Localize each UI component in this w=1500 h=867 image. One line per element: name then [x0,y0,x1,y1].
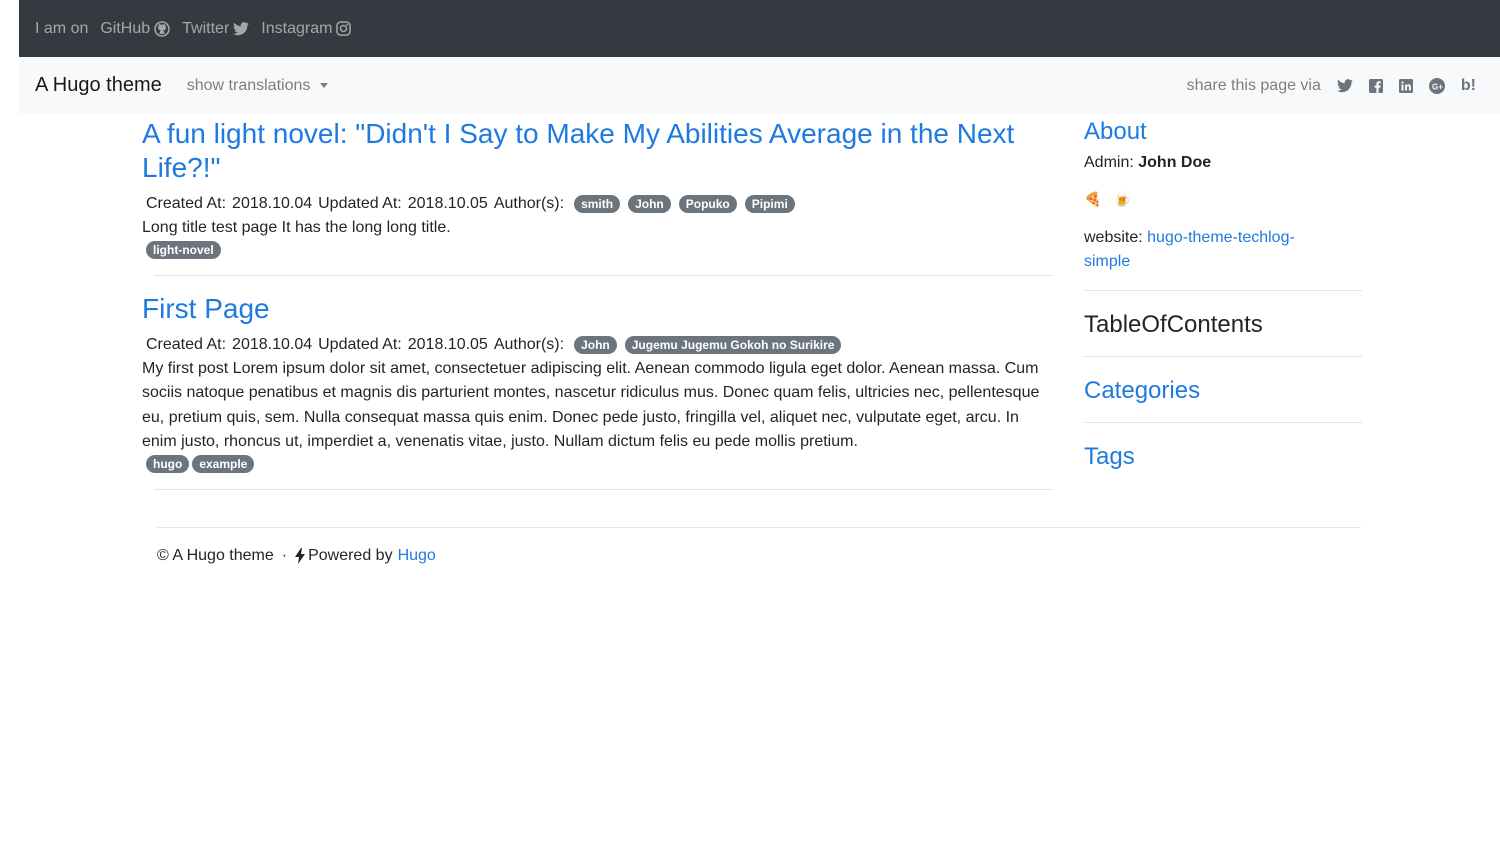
post-meta: Created At: 2018.10.04 Updated At: 2018.… [146,195,1057,213]
topbar-prefix: I am on [35,19,89,37]
github-link-label: GitHub [100,19,151,37]
categories-section: Categories [1084,357,1362,423]
post-item: First Page Created At: 2018.10.04 Update… [142,292,1057,490]
author-badge[interactable]: Pipimi [744,195,795,213]
post-list: A fun light novel: "Didn't I Say to Make… [142,114,1057,490]
created-label: Created At: [146,195,227,212]
social-topbar: I am on GitHub Twitter Instagram [19,0,1500,57]
share-label: share this page via [1186,76,1321,94]
site-brand[interactable]: A Hugo theme [35,74,162,97]
author-badge[interactable]: John [628,195,671,213]
about-section: About Admin: John Doe 🍕 🍺 website: hugo-… [1084,117,1362,291]
twitter-icon [233,21,250,36]
post-item: A fun light novel: "Didn't I Say to Make… [142,117,1057,276]
categories-heading[interactable]: Categories [1084,376,1362,406]
hugo-link[interactable]: Hugo [398,547,436,565]
instagram-link[interactable]: Instagram [261,19,352,38]
author-badge[interactable]: Jugemu Jugemu Gokoh no Surikire [624,335,842,354]
post-tags: light-novel [146,240,1057,259]
updated-date: 2018.10.05 [407,195,488,212]
created-date: 2018.10.04 [232,335,313,353]
bolt-icon [295,548,306,564]
created-label: Created At: [146,335,227,353]
github-link[interactable]: GitHub [100,20,170,38]
beer-icon: 🍺 [1113,191,1131,207]
tag-badge[interactable]: hugo [146,454,190,473]
footer: © A Hugo theme · Powered by Hugo [157,547,436,565]
tags-heading[interactable]: Tags [1084,442,1362,472]
website-line: website: hugo-theme-techlog-simple [1084,226,1324,274]
chevron-down-icon [320,83,329,88]
translations-dropdown[interactable]: show translations [187,77,329,95]
sidebar: About Admin: John Doe 🍕 🍺 website: hugo-… [1084,114,1362,472]
share-hatena-icon[interactable]: b! [1461,77,1476,95]
author-badge[interactable]: Popuko [678,195,737,213]
instagram-link-label: Instagram [261,19,333,37]
admin-label: Admin: [1084,154,1134,171]
tag-badge[interactable]: example [192,454,255,473]
post-divider [154,488,1053,490]
share-linkedin-icon[interactable] [1398,78,1413,93]
powered-by-label: Powered by [308,547,393,564]
admin-name: John Doe [1138,154,1212,171]
authors-label: Author(s): [493,335,565,353]
updated-label: Updated At: [318,335,402,353]
post-summary: Long title test page It has the long lon… [142,219,451,236]
toc-section: TableOfContents [1084,291,1362,357]
author-badge[interactable]: smith [574,195,621,213]
post-meta: Created At: 2018.10.04 Updated At: 2018.… [146,335,1057,354]
share-facebook-icon[interactable] [1368,78,1383,93]
twitter-link[interactable]: Twitter [182,19,250,38]
footer-separator: · [281,547,288,564]
updated-label: Updated At: [318,195,402,212]
translations-label: show translations [186,76,311,94]
footer-copyright: © A Hugo theme [157,547,274,564]
github-icon [154,20,170,37]
author-badge[interactable]: John [574,335,617,354]
toc-heading: TableOfContents [1084,311,1263,338]
admin-line: Admin: John Doe [1084,151,1362,175]
svg-text:G+: G+ [1432,82,1443,91]
share-twitter-icon[interactable] [1336,78,1353,93]
share-google-plus-icon[interactable]: G+ [1428,77,1445,94]
post-tags: hugo example [146,454,1057,473]
about-heading[interactable]: About [1084,117,1362,147]
authors-label: Author(s): [493,195,565,212]
post-divider [154,274,1053,276]
emoji-row: 🍕 🍺 [1084,191,1362,208]
website-label: website: [1084,229,1143,246]
created-date: 2018.10.04 [232,195,313,212]
instagram-icon [336,21,352,36]
share-bar: share this page via G+ b! [1187,57,1476,114]
post-title-link[interactable]: First Page [142,292,1057,326]
updated-date: 2018.10.05 [407,335,488,353]
post-summary: My first post Lorem ipsum dolor sit amet… [142,359,1040,451]
footer-divider [157,527,1361,528]
main-navbar: A Hugo theme show translations share thi… [19,57,1500,114]
pizza-icon: 🍕 [1084,191,1102,207]
tags-section: Tags [1084,423,1362,472]
twitter-link-label: Twitter [182,19,230,37]
tag-badge[interactable]: light-novel [146,240,221,259]
post-title-link[interactable]: A fun light novel: "Didn't I Say to Make… [142,117,1057,185]
